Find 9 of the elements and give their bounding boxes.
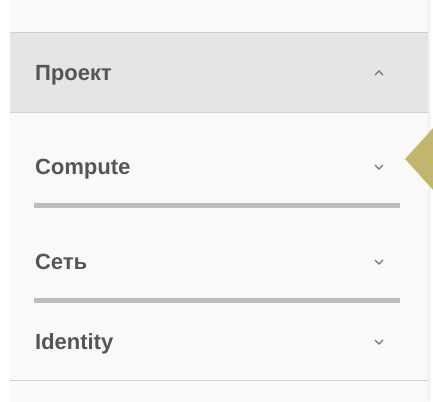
submenu-item[interactable]: Сеть: [34, 208, 400, 303]
caret-up-icon: [374, 70, 384, 76]
caret-down-icon: [374, 164, 384, 170]
pointer-arrow: [405, 128, 433, 190]
menu-header[interactable]: Identity: [10, 303, 428, 381]
menu-header[interactable]: Проект: [10, 33, 428, 113]
caret-down-icon: [374, 338, 384, 344]
submenu-item[interactable]: Compute: [34, 113, 400, 208]
caret-down-icon: [374, 259, 384, 265]
